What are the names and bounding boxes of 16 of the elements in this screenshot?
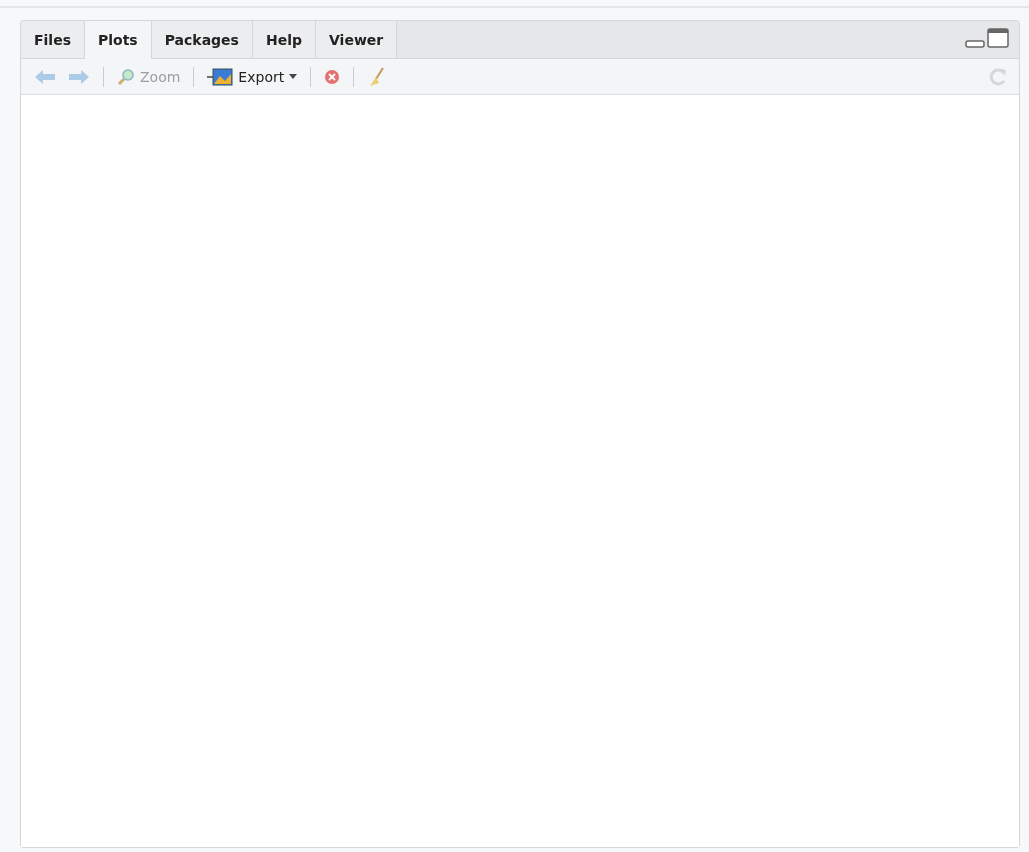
- tab[interactable]: Packages: [151, 21, 253, 58]
- refresh-icon: [988, 66, 1008, 87]
- maximize-icon[interactable]: [987, 28, 1009, 48]
- remove-icon: [324, 68, 341, 85]
- tab[interactable]: Files: [21, 21, 85, 58]
- tab[interactable]: Viewer: [316, 21, 398, 58]
- forward-arrow-icon: [68, 68, 90, 85]
- back-arrow-icon: [34, 68, 56, 85]
- magnifier-icon: [117, 67, 135, 86]
- broom-icon: [367, 66, 386, 87]
- caret-icon: [289, 74, 298, 79]
- minimize-icon[interactable]: [965, 40, 985, 48]
- tab[interactable]: Help: [252, 21, 316, 58]
- export-image-icon: [207, 67, 234, 86]
- tab[interactable]: Plots: [85, 21, 152, 59]
- export-button[interactable]: Export: [204, 65, 301, 88]
